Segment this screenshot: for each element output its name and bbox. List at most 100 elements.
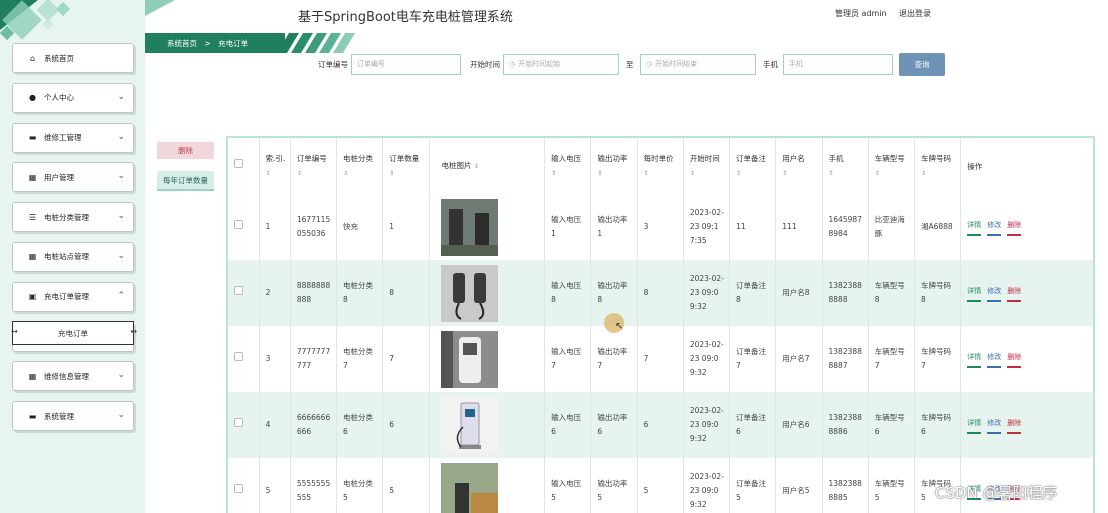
sidebar-item-4[interactable]: ☰ 电桩分类管理 ⌄ — [12, 202, 134, 233]
cell-order_no: 7777777777 — [290, 326, 338, 392]
sidebar: ⌂ 系统首页 ● 个人中心 ⌄ ▬ 维修工管理 ⌄ ▦ 用户管理 ⌄ ☰ 电桩分类管理 ⌄ ▦ 电桩站点管理 ⌄… — [0, 0, 145, 513]
column-header[interactable]: 订单编号 ⇕ — [290, 138, 338, 194]
edit-button[interactable]: 修改 — [987, 350, 1002, 368]
edit-button[interactable]: 修改 — [987, 284, 1002, 302]
cell-plate: 车牌号码7 — [914, 326, 962, 392]
column-header[interactable]: 电桩图片 ⇕ — [429, 138, 546, 194]
cell-start: 2023-02-23 09:09:32 — [683, 260, 731, 326]
phone-input[interactable]: 手机 — [783, 53, 893, 75]
start-time-from-input[interactable]: ◷ 开始时间起始 — [503, 53, 619, 75]
cell-power: 输出功率7 — [590, 326, 638, 392]
column-header[interactable]: 用户名 ⇕ — [775, 138, 823, 194]
row-checkbox[interactable] — [234, 352, 243, 361]
select-all-checkbox[interactable] — [234, 159, 243, 168]
sidebar-decoration — [0, 0, 145, 42]
cell-car_model: 比亚迪海豚 — [868, 194, 915, 260]
cell-car_model: 车辆型号5 — [868, 458, 915, 513]
breadcrumb: 系统首页 > 充电订单 — [145, 33, 385, 53]
delete-button[interactable]: 删除 — [1007, 350, 1022, 368]
row-checkbox[interactable] — [234, 418, 243, 427]
cell-image — [429, 260, 546, 326]
row-checkbox[interactable] — [234, 286, 243, 295]
sidebar-item-6[interactable]: ▣ 充电订单管理 ⌃ — [12, 281, 134, 312]
cell-category: 电桩分类5 — [336, 458, 384, 513]
arrow-right-icon: ↔ — [130, 327, 137, 336]
sidebar-item-2[interactable]: ▬ 维修工管理 ⌄ — [12, 122, 134, 153]
cell-remark: 订单备注6 — [729, 392, 777, 458]
sidebar-item-label: 充电订单管理 — [44, 292, 89, 302]
column-header[interactable]: 电桩分类 ⇕ — [336, 138, 384, 194]
sidebar-item-8[interactable]: ▦ 维修信息管理 ⌄ — [12, 361, 134, 392]
row-checkbox[interactable] — [234, 220, 243, 229]
sort-icon: ⇕ — [643, 169, 649, 177]
cell-remark: 订单备注8 — [729, 260, 777, 326]
row-select-cell — [228, 458, 260, 513]
row-checkbox[interactable] — [234, 484, 243, 493]
column-header[interactable]: 输出功率 ⇕ — [590, 138, 638, 194]
edit-button[interactable]: 修改 — [987, 416, 1002, 434]
sort-icon: ⇕ — [343, 169, 349, 177]
charger-photo — [440, 198, 498, 256]
cell-order_no: 6666666666 — [290, 392, 338, 458]
start-time-label: 开始时间 — [470, 59, 500, 69]
start-time-to-search: ◷ 开始时间结束 — [640, 53, 756, 75]
cell-username: 用户名5 — [775, 458, 823, 513]
column-header[interactable]: 输入电压 ⇕ — [544, 138, 592, 194]
sidebar-item-9[interactable]: ▬ 系统管理 ⌄ — [12, 401, 134, 432]
table-row: 3 7777777777 电桩分类7 7 输入电压7 输出功率7 7 2023-02-23 0… — [228, 326, 1093, 392]
cell-image — [429, 326, 546, 392]
query-button[interactable]: 查询 — [899, 53, 945, 76]
grid-icon: ▦ — [28, 252, 37, 262]
cell-start: 2023-02-23 09:09:32 — [683, 392, 731, 458]
detail-button[interactable]: 详情 — [967, 416, 982, 434]
cell-remark: 11 — [729, 194, 777, 260]
column-header[interactable]: 索.引. ⇕ — [259, 138, 291, 194]
sidebar-item-1[interactable]: ● 个人中心 ⌄ — [12, 82, 134, 113]
cell-voltage: 输入电压8 — [544, 260, 592, 326]
sidebar-item-5[interactable]: ▦ 电桩站点管理 ⌄ — [12, 241, 134, 272]
sidebar-menu: ⌂ 系统首页 ● 个人中心 ⌄ ▬ 维修工管理 ⌄ ▦ 用户管理 ⌄ ☰ 电桩分类管理 ⌄ ▦ 电桩站点管理 ⌄… — [12, 43, 134, 441]
sidebar-item-3[interactable]: ▦ 用户管理 ⌄ — [12, 162, 134, 193]
detail-button[interactable]: 详情 — [967, 284, 982, 302]
column-header[interactable]: 每时单价 ⇕ — [637, 138, 684, 194]
chevron-down-icon: ⌄ — [117, 370, 125, 381]
chevron-down-icon: ⌄ — [117, 211, 125, 222]
cell-phone: 13823888888 — [822, 260, 869, 326]
cell-category: 电桩分类8 — [336, 260, 384, 326]
cell-index: 5 — [259, 458, 291, 513]
column-header[interactable]: 开始时间 ⇕ — [683, 138, 731, 194]
home-icon: ⌂ — [29, 53, 36, 63]
batch-delete-button[interactable]: 删除 — [157, 142, 214, 159]
detail-button[interactable]: 详情 — [967, 350, 982, 368]
cell-actions: 详情 修改 删除 — [960, 194, 1093, 260]
column-header[interactable]: 手机 ⇕ — [822, 138, 869, 194]
order-no-input[interactable]: 订单编号 — [351, 53, 461, 75]
arrow-left-icon: ↔ — [11, 327, 18, 336]
sidebar-item-0[interactable]: ⌂ 系统首页 — [12, 43, 134, 73]
column-header[interactable]: 订单备注 ⇕ — [729, 138, 777, 194]
sidebar-subitem-charging-order[interactable]: ↔ 充电订单 ↔ — [11, 321, 137, 345]
detail-button[interactable]: 详情 — [967, 218, 982, 236]
monitor-icon: ▬ — [28, 411, 37, 421]
sort-icon: ⇕ — [689, 169, 695, 177]
cell-phone: 13823888886 — [822, 392, 869, 458]
logout-link[interactable]: 退出登录 — [899, 8, 931, 19]
cell-index: 3 — [259, 326, 291, 392]
yearly-order-stats-button[interactable]: 每年订单数量 — [157, 171, 214, 191]
sidebar-item-label: 个人中心 — [44, 93, 74, 103]
row-select-cell — [228, 194, 260, 260]
clipboard-icon: ▣ — [28, 292, 37, 302]
column-header[interactable]: 车牌号码 ⇕ — [914, 138, 962, 194]
edit-button[interactable]: 修改 — [987, 218, 1002, 236]
delete-button[interactable]: 删除 — [1007, 218, 1022, 236]
cell-start: 2023-02-23 09:09:32 — [683, 326, 731, 392]
delete-button[interactable]: 删除 — [1007, 284, 1022, 302]
column-header[interactable]: 订单数量 ⇕ — [382, 138, 430, 194]
start-time-to-input[interactable]: ◷ 开始时间结束 — [640, 53, 756, 75]
delete-button[interactable]: 删除 — [1007, 416, 1022, 434]
top-bar — [145, 0, 1108, 36]
breadcrumb-current: 充电订单 — [218, 39, 249, 48]
breadcrumb-home[interactable]: 系统首页 — [167, 39, 197, 48]
grid-icon: ▦ — [28, 172, 37, 182]
column-header[interactable]: 车辆型号 ⇕ — [868, 138, 915, 194]
